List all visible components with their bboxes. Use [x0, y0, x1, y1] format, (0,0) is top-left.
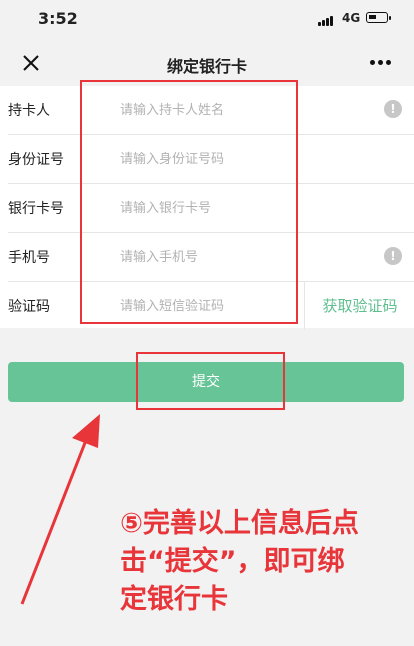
- annotation-line-1: ⑤完善以上信息后点: [120, 508, 359, 539]
- annotation-line-3: 定银行卡: [120, 584, 228, 615]
- annotation-text: ⑤完善以上信息后点 击“提交”，即可绑 定银行卡: [120, 505, 396, 619]
- annotation-line-2: 击“提交”，即可绑: [120, 546, 345, 577]
